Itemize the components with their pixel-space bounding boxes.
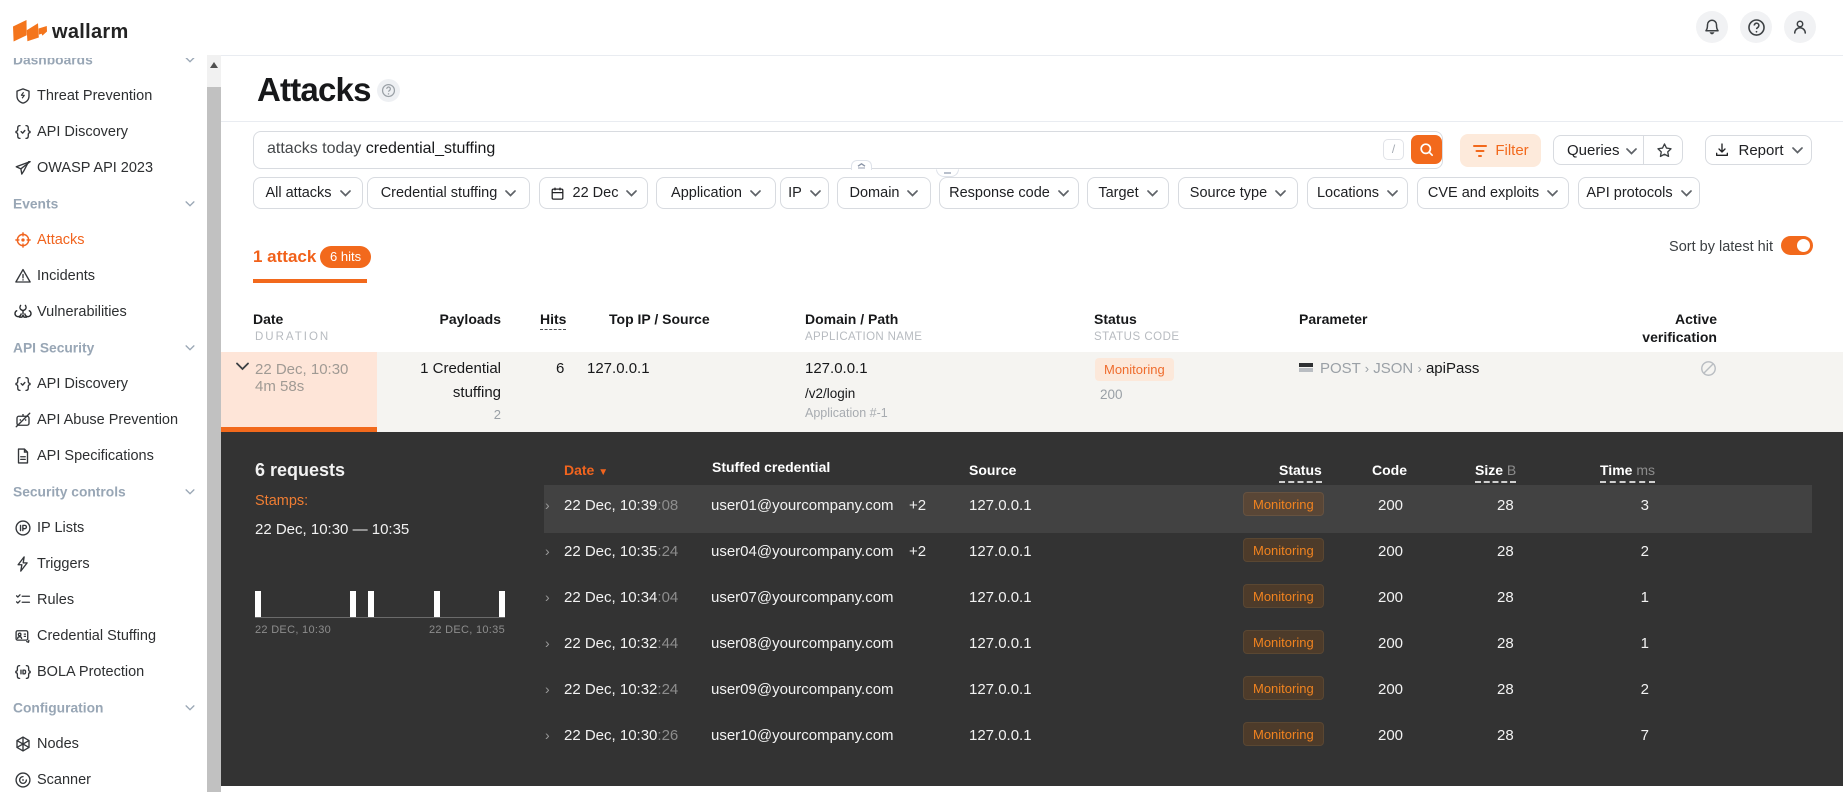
svg-text:wallarm: wallarm <box>51 21 129 43</box>
